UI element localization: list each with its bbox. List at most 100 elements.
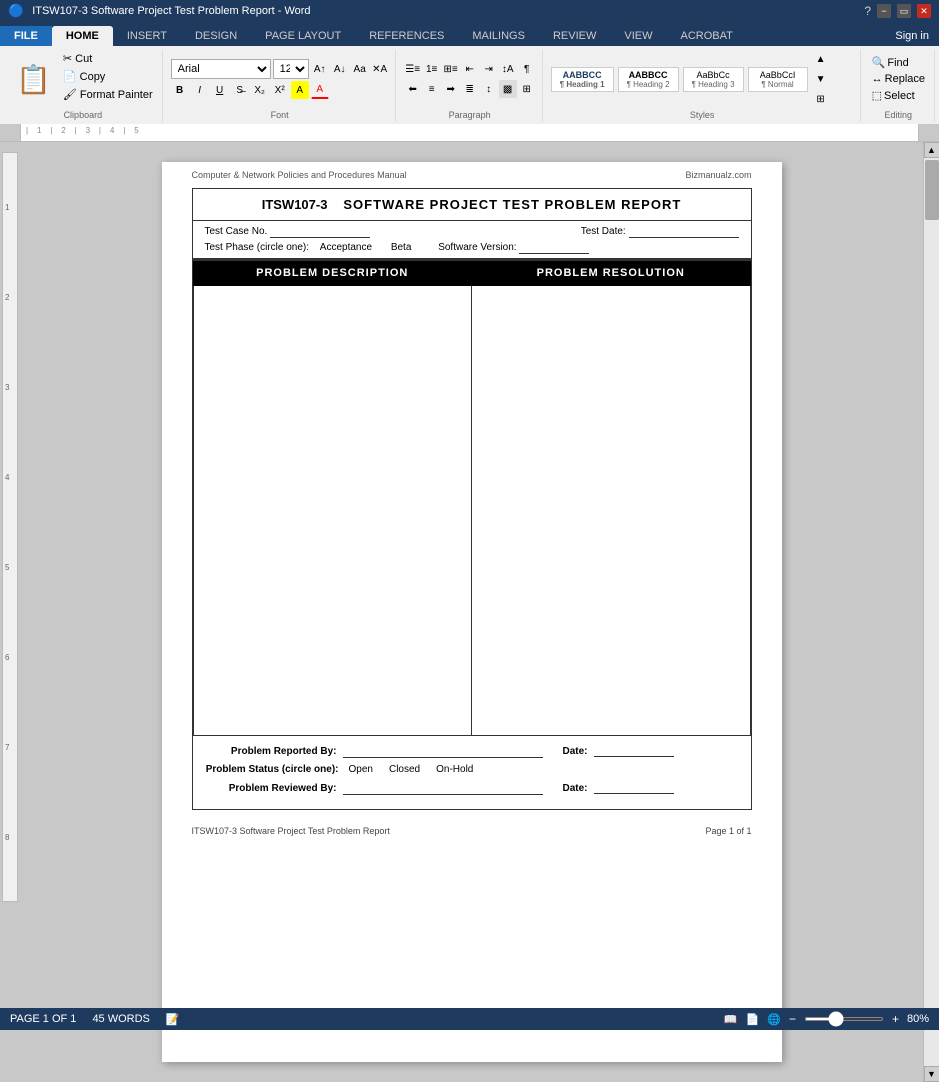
signin-link[interactable]: Sign in [885, 26, 939, 46]
problem-description-cell[interactable] [193, 286, 472, 736]
styles-scroll-up[interactable]: ▲ [812, 50, 830, 68]
tab-acrobat[interactable]: ACROBAT [666, 26, 746, 46]
font-name-select[interactable]: Arial [171, 59, 271, 79]
copy-button[interactable]: 📄 Copy [60, 68, 156, 85]
zoom-out-button[interactable]: − [789, 1012, 796, 1026]
strikethrough-button[interactable]: S̶ [231, 81, 249, 99]
date-line-1 [594, 745, 674, 757]
italic-button[interactable]: I [191, 81, 209, 99]
font-size-select[interactable]: 12 [273, 59, 309, 79]
multilevel-list-button[interactable]: ⊞≡ [442, 60, 460, 78]
font-grow-button[interactable]: A↑ [311, 60, 329, 78]
styles-more[interactable]: ⊞ [812, 90, 830, 108]
view-read-icon[interactable]: 📖 [724, 1013, 738, 1026]
style-heading1[interactable]: AABBCC ¶ Heading 1 [551, 67, 614, 92]
test-case-field: Test Case No. [205, 226, 371, 238]
window-controls: ? − ▭ ✕ [864, 4, 931, 18]
left-ruler: 1 2 3 4 5 6 7 8 [0, 142, 20, 1082]
change-case-button[interactable]: Aа [351, 60, 369, 78]
text-highlight-button[interactable]: A [291, 81, 309, 99]
styles-label: Styles [551, 110, 854, 120]
document-area: 1 2 3 4 5 6 7 8 Computer & Network Polic… [0, 142, 939, 1082]
help-icon[interactable]: ? [864, 4, 871, 18]
problem-resolution-cell[interactable] [472, 286, 751, 736]
underline-button[interactable]: U [211, 81, 229, 99]
borders-button[interactable]: ⊞ [518, 80, 536, 98]
bold-button[interactable]: B [171, 81, 189, 99]
tab-home[interactable]: HOME [52, 26, 113, 46]
ruler: | 1 | 2 | 3 | 4 | 5 [0, 124, 939, 142]
reviewed-by-line [343, 781, 543, 795]
vertical-scrollbar[interactable]: ▲ ▼ [923, 142, 939, 1082]
align-left-button[interactable]: ⬅ [404, 80, 422, 98]
paragraph-controls: ☰≡ 1≡ ⊞≡ ⇤ ⇥ ↕A ¶ ⬅ ≡ ➡ ≣ ↕ ▩ ⊞ [404, 60, 536, 98]
cut-button[interactable]: ✂ Cut [60, 50, 156, 67]
problem-description-header: PROBLEM DESCRIPTION [193, 260, 472, 286]
tab-design[interactable]: DESIGN [181, 26, 251, 46]
decrease-indent-button[interactable]: ⇤ [461, 60, 479, 78]
tab-page-layout[interactable]: PAGE LAYOUT [251, 26, 355, 46]
styles-scroll-down[interactable]: ▼ [812, 70, 830, 88]
form-container: ITSW107-3 SOFTWARE PROJECT TEST PROBLEM … [192, 188, 752, 810]
replace-button[interactable]: ↔ Replace [869, 72, 928, 86]
scroll-up-button[interactable]: ▲ [924, 142, 939, 158]
form-title-row: ITSW107-3 SOFTWARE PROJECT TEST PROBLEM … [193, 189, 751, 221]
align-center-button[interactable]: ≡ [423, 80, 441, 98]
select-button[interactable]: ⬚ Select [869, 88, 928, 103]
ribbon-tabs: FILE HOME INSERT DESIGN PAGE LAYOUT REFE… [0, 22, 939, 46]
sort-button[interactable]: ↕A [499, 60, 517, 78]
minimize-button[interactable]: − [877, 4, 891, 18]
subscript-button[interactable]: X₂ [251, 81, 269, 99]
scroll-down-button[interactable]: ▼ [924, 1066, 939, 1082]
status-bar: PAGE 1 OF 1 45 WORDS 📝 📖 📄 🌐 − + 80% [0, 1008, 939, 1030]
problem-table: PROBLEM DESCRIPTION PROBLEM RESOLUTION [193, 259, 751, 736]
font-group: Arial 12 A↑ A↓ Aа ✕A B I U S̶ X₂ X² [165, 50, 396, 122]
tab-references[interactable]: REFERENCES [355, 26, 458, 46]
tab-insert[interactable]: INSERT [113, 26, 181, 46]
tab-file[interactable]: FILE [0, 26, 52, 46]
increase-indent-button[interactable]: ⇥ [480, 60, 498, 78]
line-spacing-button[interactable]: ↕ [480, 80, 498, 98]
scroll-thumb[interactable] [925, 160, 939, 220]
tab-review[interactable]: REVIEW [539, 26, 610, 46]
font-shrink-button[interactable]: A↓ [331, 60, 349, 78]
form-title [331, 197, 340, 212]
editing-group: 🔍 Find ↔ Replace ⬚ Select Editing [863, 50, 935, 122]
status-row: Problem Status (circle one): Open Closed… [203, 764, 741, 775]
font-label: Font [171, 110, 389, 120]
align-right-button[interactable]: ➡ [442, 80, 460, 98]
view-web-icon[interactable]: 🌐 [767, 1013, 781, 1026]
format-painter-button[interactable]: 🖌 Format Painter [60, 86, 156, 103]
justify-button[interactable]: ≣ [461, 80, 479, 98]
paste-button[interactable]: 📋 [10, 50, 57, 108]
word-count: 45 WORDS [92, 1013, 149, 1026]
style-normal[interactable]: AaBbCcI ¶ Normal [748, 67, 808, 92]
paste-icon: 📋 [16, 63, 51, 96]
status-open: Open [349, 764, 373, 775]
title-bar: 🔵 ITSW107-3 Software Project Test Proble… [0, 0, 939, 22]
close-button[interactable]: ✕ [917, 4, 931, 18]
font-color-button[interactable]: A [311, 81, 329, 99]
track-changes-icon: 📝 [166, 1013, 180, 1026]
numbering-button[interactable]: 1≡ [423, 60, 441, 78]
window-title: ITSW107-3 Software Project Test Problem … [32, 5, 310, 17]
tab-view[interactable]: VIEW [610, 26, 666, 46]
shading-button[interactable]: ▩ [499, 80, 517, 98]
zoom-slider[interactable] [804, 1017, 884, 1021]
find-button[interactable]: 🔍 Find [869, 55, 928, 70]
tab-mailings[interactable]: MAILINGS [458, 26, 539, 46]
clipboard-sub: ✂ Cut 📄 Copy 🖌 Format Painter [60, 50, 156, 108]
status-closed: Closed [389, 764, 420, 775]
view-print-icon[interactable]: 📄 [746, 1013, 760, 1026]
page-footer-left: ITSW107-3 Software Project Test Problem … [192, 826, 390, 836]
style-heading2[interactable]: AABBCC ¶ Heading 2 [618, 67, 679, 92]
test-date-field: Test Date: [581, 226, 739, 238]
restore-button[interactable]: ▭ [897, 4, 911, 18]
zoom-in-button[interactable]: + [892, 1012, 899, 1026]
clear-formatting-button[interactable]: ✕A [371, 60, 389, 78]
style-heading3[interactable]: AaBbCc ¶ Heading 3 [683, 67, 744, 92]
show-marks-button[interactable]: ¶ [518, 60, 536, 78]
superscript-button[interactable]: X² [271, 81, 289, 99]
paragraph-label: Paragraph [404, 110, 536, 120]
bullets-button[interactable]: ☰≡ [404, 60, 422, 78]
